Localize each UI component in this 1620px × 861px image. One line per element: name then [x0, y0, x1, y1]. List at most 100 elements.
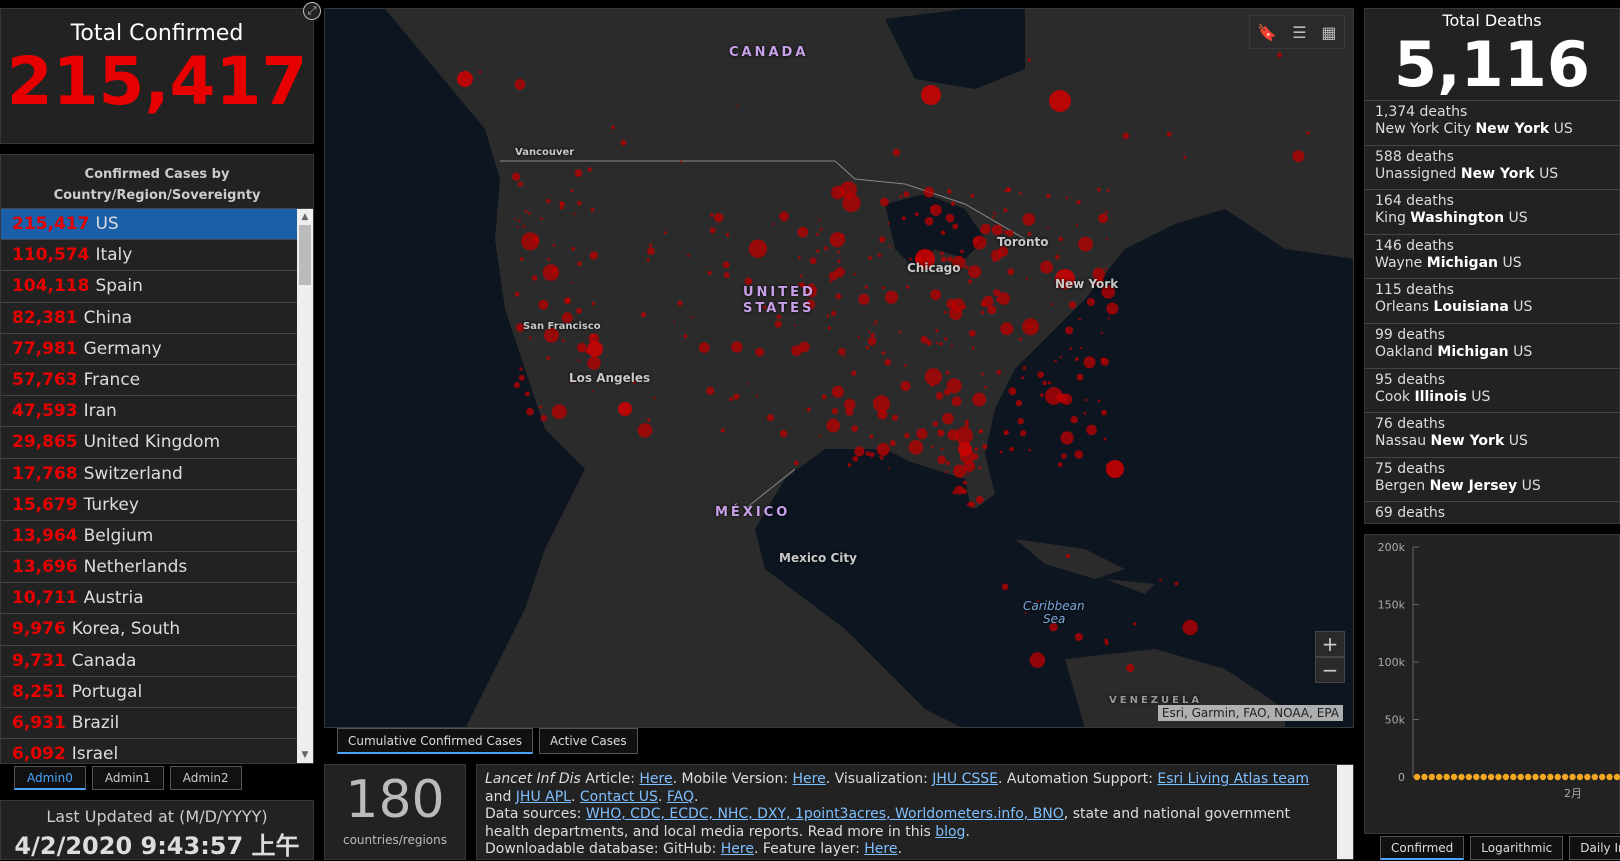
case-dot[interactable]	[873, 399, 875, 402]
case-dot[interactable]	[831, 185, 845, 200]
case-dot[interactable]	[826, 418, 840, 433]
case-dot[interactable]	[748, 239, 768, 258]
case-dot[interactable]	[931, 445, 934, 449]
list-icon[interactable]: ☰	[1292, 23, 1306, 42]
case-dot[interactable]	[755, 347, 765, 357]
scrollbar-thumb[interactable]	[299, 225, 311, 285]
chart-point[interactable]	[1436, 773, 1443, 781]
case-dot[interactable]	[687, 254, 690, 257]
case-dot[interactable]	[937, 429, 941, 433]
case-dot[interactable]	[987, 305, 997, 315]
case-dot[interactable]	[1020, 376, 1024, 380]
case-dot[interactable]	[923, 186, 935, 198]
case-dot[interactable]	[935, 341, 938, 344]
case-dot[interactable]	[647, 247, 655, 256]
case-dot[interactable]	[865, 451, 871, 456]
case-dot[interactable]	[539, 405, 543, 409]
case-dot[interactable]	[1047, 226, 1049, 229]
case-dot[interactable]	[1101, 409, 1107, 416]
case-dot[interactable]	[516, 226, 519, 228]
case-dot[interactable]	[900, 380, 911, 392]
case-dot[interactable]	[996, 370, 1002, 375]
case-dot[interactable]	[847, 463, 852, 467]
article-link[interactable]: Here	[639, 771, 672, 787]
case-dot[interactable]	[891, 414, 899, 421]
case-dot[interactable]	[1076, 373, 1084, 381]
case-dot[interactable]	[942, 412, 954, 425]
case-dot[interactable]	[1068, 301, 1077, 309]
case-dot[interactable]	[1076, 200, 1081, 205]
case-dot[interactable]	[930, 289, 942, 300]
case-dot[interactable]	[1042, 380, 1047, 386]
case-dot[interactable]	[1126, 663, 1135, 673]
case-dot[interactable]	[683, 334, 688, 339]
case-dot[interactable]	[736, 104, 739, 107]
chart-point[interactable]	[1576, 773, 1584, 781]
case-dot[interactable]	[1086, 424, 1097, 436]
case-dot[interactable]	[1086, 297, 1095, 307]
case-dot[interactable]	[945, 470, 948, 474]
case-dot[interactable]	[720, 428, 725, 433]
case-dot[interactable]	[590, 333, 596, 339]
tab-daily-increase[interactable]: Daily In	[1569, 836, 1620, 860]
jhu-csse-link[interactable]: JHU CSSE	[932, 771, 998, 787]
tab-active-cases[interactable]: Active Cases	[539, 728, 638, 754]
case-dot[interactable]	[551, 404, 567, 420]
case-dot[interactable]	[591, 390, 594, 393]
country-row[interactable]: 215,417 US	[1, 209, 297, 241]
case-dot[interactable]	[774, 320, 782, 328]
case-dot[interactable]	[952, 223, 959, 230]
case-dot[interactable]	[540, 414, 548, 422]
case-dot[interactable]	[943, 388, 951, 396]
case-dot[interactable]	[772, 222, 775, 226]
case-dot[interactable]	[647, 418, 651, 422]
case-dot[interactable]	[1097, 399, 1101, 403]
death-row[interactable]: 75 deaths Bergen New Jersey US	[1365, 456, 1619, 502]
case-dot-large[interactable]	[1049, 90, 1071, 112]
case-dot[interactable]	[1027, 58, 1031, 62]
death-row[interactable]: 164 deaths King Washington US	[1365, 189, 1619, 234]
case-dot-large[interactable]	[958, 442, 972, 456]
chart-point[interactable]	[1502, 773, 1510, 781]
case-dot[interactable]	[881, 286, 885, 290]
country-row[interactable]: 77,981 Germany	[1, 334, 297, 365]
case-dot[interactable]	[664, 231, 667, 235]
chart-point[interactable]	[1561, 773, 1569, 781]
case-dot[interactable]	[637, 423, 653, 438]
case-dot[interactable]	[823, 246, 828, 251]
case-dot[interactable]	[837, 250, 840, 254]
country-row[interactable]: 15,679 Turkey	[1, 490, 297, 521]
case-dot[interactable]	[1022, 213, 1036, 226]
case-dot[interactable]	[944, 337, 948, 341]
case-dot[interactable]	[1075, 357, 1079, 361]
case-dot[interactable]	[1004, 432, 1007, 436]
case-dot[interactable]	[930, 206, 935, 210]
case-dot[interactable]	[733, 393, 740, 400]
case-dot[interactable]	[880, 197, 889, 207]
case-dot[interactable]	[706, 386, 715, 395]
case-dot[interactable]	[1000, 322, 1014, 336]
case-dot[interactable]	[514, 78, 526, 90]
qr-code-icon[interactable]: ▦	[1321, 23, 1336, 42]
case-dot[interactable]	[821, 394, 827, 400]
case-dot[interactable]	[873, 323, 876, 326]
case-dot[interactable]	[904, 364, 907, 367]
case-dot[interactable]	[1003, 230, 1008, 235]
case-dot[interactable]	[1028, 448, 1032, 452]
case-dot[interactable]	[576, 307, 582, 314]
chart-point[interactable]	[1450, 773, 1458, 781]
case-dot[interactable]	[755, 394, 758, 397]
case-dot[interactable]	[577, 342, 587, 353]
case-dot-large[interactable]	[921, 85, 941, 105]
case-dot[interactable]	[924, 368, 943, 386]
chart-point[interactable]	[1598, 773, 1606, 781]
case-dot[interactable]	[791, 345, 802, 357]
case-dot[interactable]	[898, 330, 902, 334]
zoom-in-button[interactable]: +	[1315, 631, 1345, 657]
case-dot[interactable]	[698, 342, 710, 354]
case-dot[interactable]	[1080, 347, 1083, 350]
case-dot[interactable]	[1009, 446, 1014, 452]
case-dot[interactable]	[975, 495, 984, 504]
case-dot[interactable]	[547, 257, 551, 261]
case-dot[interactable]	[722, 261, 730, 269]
